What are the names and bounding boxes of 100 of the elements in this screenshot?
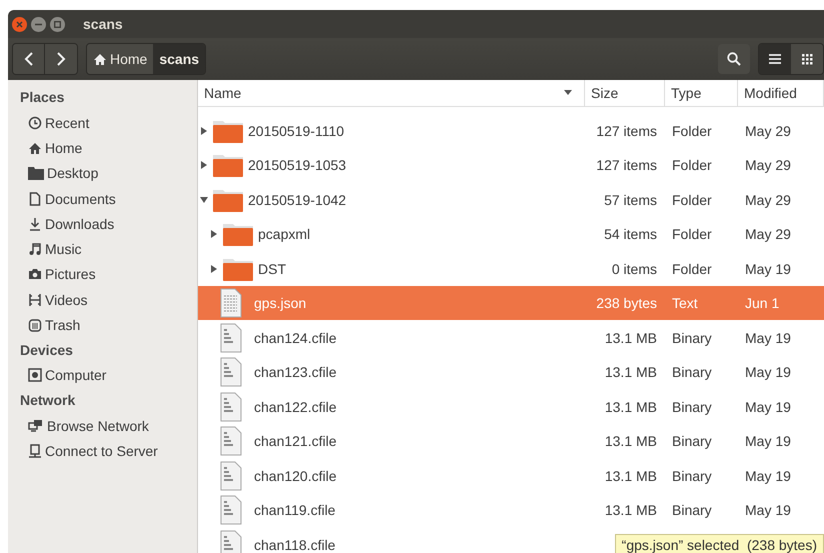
forward-button[interactable]	[45, 44, 77, 74]
column-header[interactable]: Name	[198, 80, 585, 106]
collapsed-arrow-icon[interactable]	[210, 264, 218, 273]
collapsed-arrow-icon[interactable]	[210, 230, 218, 238]
collapsed-arrow-icon[interactable]	[200, 161, 208, 170]
maximize-icon	[54, 20, 61, 28]
sidebar-heading: Network	[20, 390, 76, 410]
file-type: Folder	[671, 157, 713, 174]
column-header[interactable]: Type	[665, 80, 738, 106]
file-name: chan124.cfile	[254, 330, 337, 346]
file-type: Binary	[671, 502, 713, 518]
list-icon	[769, 54, 781, 64]
sidebar-item[interactable]: Recent	[20, 110, 197, 136]
document-icon	[28, 192, 42, 206]
grid-icon	[802, 54, 812, 64]
sidebar-item[interactable]: Trash	[20, 312, 197, 338]
column-header[interactable]: Size	[585, 80, 665, 106]
search-button[interactable]	[718, 44, 750, 74]
file-type: Folder	[671, 192, 713, 208]
sort-arrow-icon	[564, 90, 572, 96]
sidebar-item[interactable]: Downloads	[20, 211, 197, 236]
close-button[interactable]	[12, 16, 27, 32]
drive-icon	[28, 368, 42, 382]
file-size: 13.1 MB	[604, 330, 658, 346]
close-icon	[16, 20, 23, 28]
file-row[interactable]: chan122.cfile 13.1 MB Binary May 19	[198, 389, 824, 424]
breadcrumb-button[interactable]: scans	[153, 44, 206, 74]
file-size: 13.1 MB	[604, 364, 658, 380]
sidebar-item[interactable]: Computer	[20, 362, 197, 388]
binary-file-icon	[220, 392, 242, 422]
binary-file-icon	[220, 426, 242, 456]
list-view-button[interactable]	[759, 44, 791, 74]
file-date: May 19	[744, 398, 792, 415]
binary-file-icon	[220, 357, 242, 388]
breadcrumb-button[interactable]: Home	[87, 44, 154, 74]
film-icon	[28, 292, 42, 307]
file-name: chan118.cfile	[254, 536, 336, 553]
column-header[interactable]: Modified	[738, 80, 824, 106]
file-row[interactable]: chan124.cfile 13.1 MB Binary May 19	[198, 320, 824, 355]
trash-icon	[28, 318, 42, 332]
file-name: chan122.cfile	[254, 398, 337, 415]
file-row[interactable]: 20150519-1042 57 items Folder May 29	[198, 182, 824, 217]
file-row[interactable]: chan123.cfile 13.1 MB Binary May 19	[198, 354, 824, 390]
folder-icon	[212, 152, 244, 178]
file-name: 20150519-1042	[248, 192, 346, 208]
back-button[interactable]	[13, 44, 45, 74]
file-date: May 19	[744, 364, 792, 380]
binary-file-icon	[220, 530, 242, 553]
sidebar-item[interactable]: Videos	[20, 287, 197, 312]
file-name: chan123.cfile	[254, 364, 337, 380]
sidebar-item[interactable]: Home	[20, 135, 197, 161]
file-type: Text	[671, 295, 699, 312]
sidebar-item[interactable]: Connect to Server	[20, 438, 197, 464]
download-icon	[28, 216, 42, 231]
file-date: May 29	[744, 226, 792, 242]
sidebar-item[interactable]: Documents	[20, 186, 197, 212]
file-type: Folder	[671, 122, 713, 139]
file-date: May 19	[744, 260, 792, 277]
camera-icon	[28, 267, 42, 282]
file-size: 54 items	[603, 226, 658, 242]
file-name: 20150519-1110	[248, 122, 344, 139]
file-type: Binary	[671, 330, 713, 346]
file-size: 13.1 MB	[604, 433, 658, 450]
file-date: May 19	[744, 502, 792, 518]
file-row[interactable]: 20150519-1053 127 items Folder May 29	[198, 148, 824, 182]
clock-icon	[28, 116, 42, 130]
grid-view-button[interactable]	[791, 44, 823, 74]
file-date: May 29	[744, 157, 792, 174]
binary-file-icon	[220, 460, 242, 491]
maximize-button[interactable]	[50, 16, 65, 32]
file-size: 13.1 MB	[604, 398, 658, 415]
search-icon	[727, 52, 741, 66]
file-row[interactable]: chan121.cfile 13.1 MB Binary May 19	[198, 424, 824, 458]
file-row[interactable]: pcapxml 54 items Folder May 29	[198, 216, 824, 252]
music-icon	[28, 242, 42, 256]
file-row[interactable]: 20150519-1110 127 items Folder May 29	[198, 113, 824, 148]
sidebar-item[interactable]: Pictures	[20, 262, 197, 288]
file-row[interactable]: chan119.cfile 13.1 MB Binary May 19	[198, 492, 824, 528]
file-size: 13.1 MB	[604, 468, 658, 484]
file-row[interactable]: chan120.cfile 13.1 MB Binary May 19	[198, 458, 824, 493]
file-type: Folder	[671, 260, 713, 277]
sidebar-item[interactable]: Music	[20, 236, 197, 262]
file-date: Jun 1	[744, 295, 780, 312]
file-size: 127 items	[595, 157, 658, 174]
binary-file-icon	[220, 322, 242, 353]
file-size: 238 bytes	[595, 295, 658, 312]
file-size: 57 items	[603, 192, 658, 208]
sidebar-item[interactable]: Desktop	[20, 160, 197, 186]
file-type: Binary	[671, 433, 713, 450]
minimize-button[interactable]	[31, 16, 46, 32]
file-size: 127 items	[595, 122, 658, 139]
collapsed-arrow-icon[interactable]	[200, 126, 208, 135]
sidebar-heading: Places	[20, 88, 66, 107]
file-name: chan120.cfile	[254, 468, 337, 484]
status-tooltip: “gps.json” selected (238 bytes)	[614, 534, 824, 553]
folder-icon	[28, 166, 44, 180]
file-row[interactable]: DST 0 items Folder May 19	[198, 251, 824, 286]
file-size: 13.1 MB	[604, 502, 658, 518]
sidebar-item[interactable]: Browse Network	[20, 412, 197, 438]
expanded-arrow-icon[interactable]	[200, 196, 208, 204]
